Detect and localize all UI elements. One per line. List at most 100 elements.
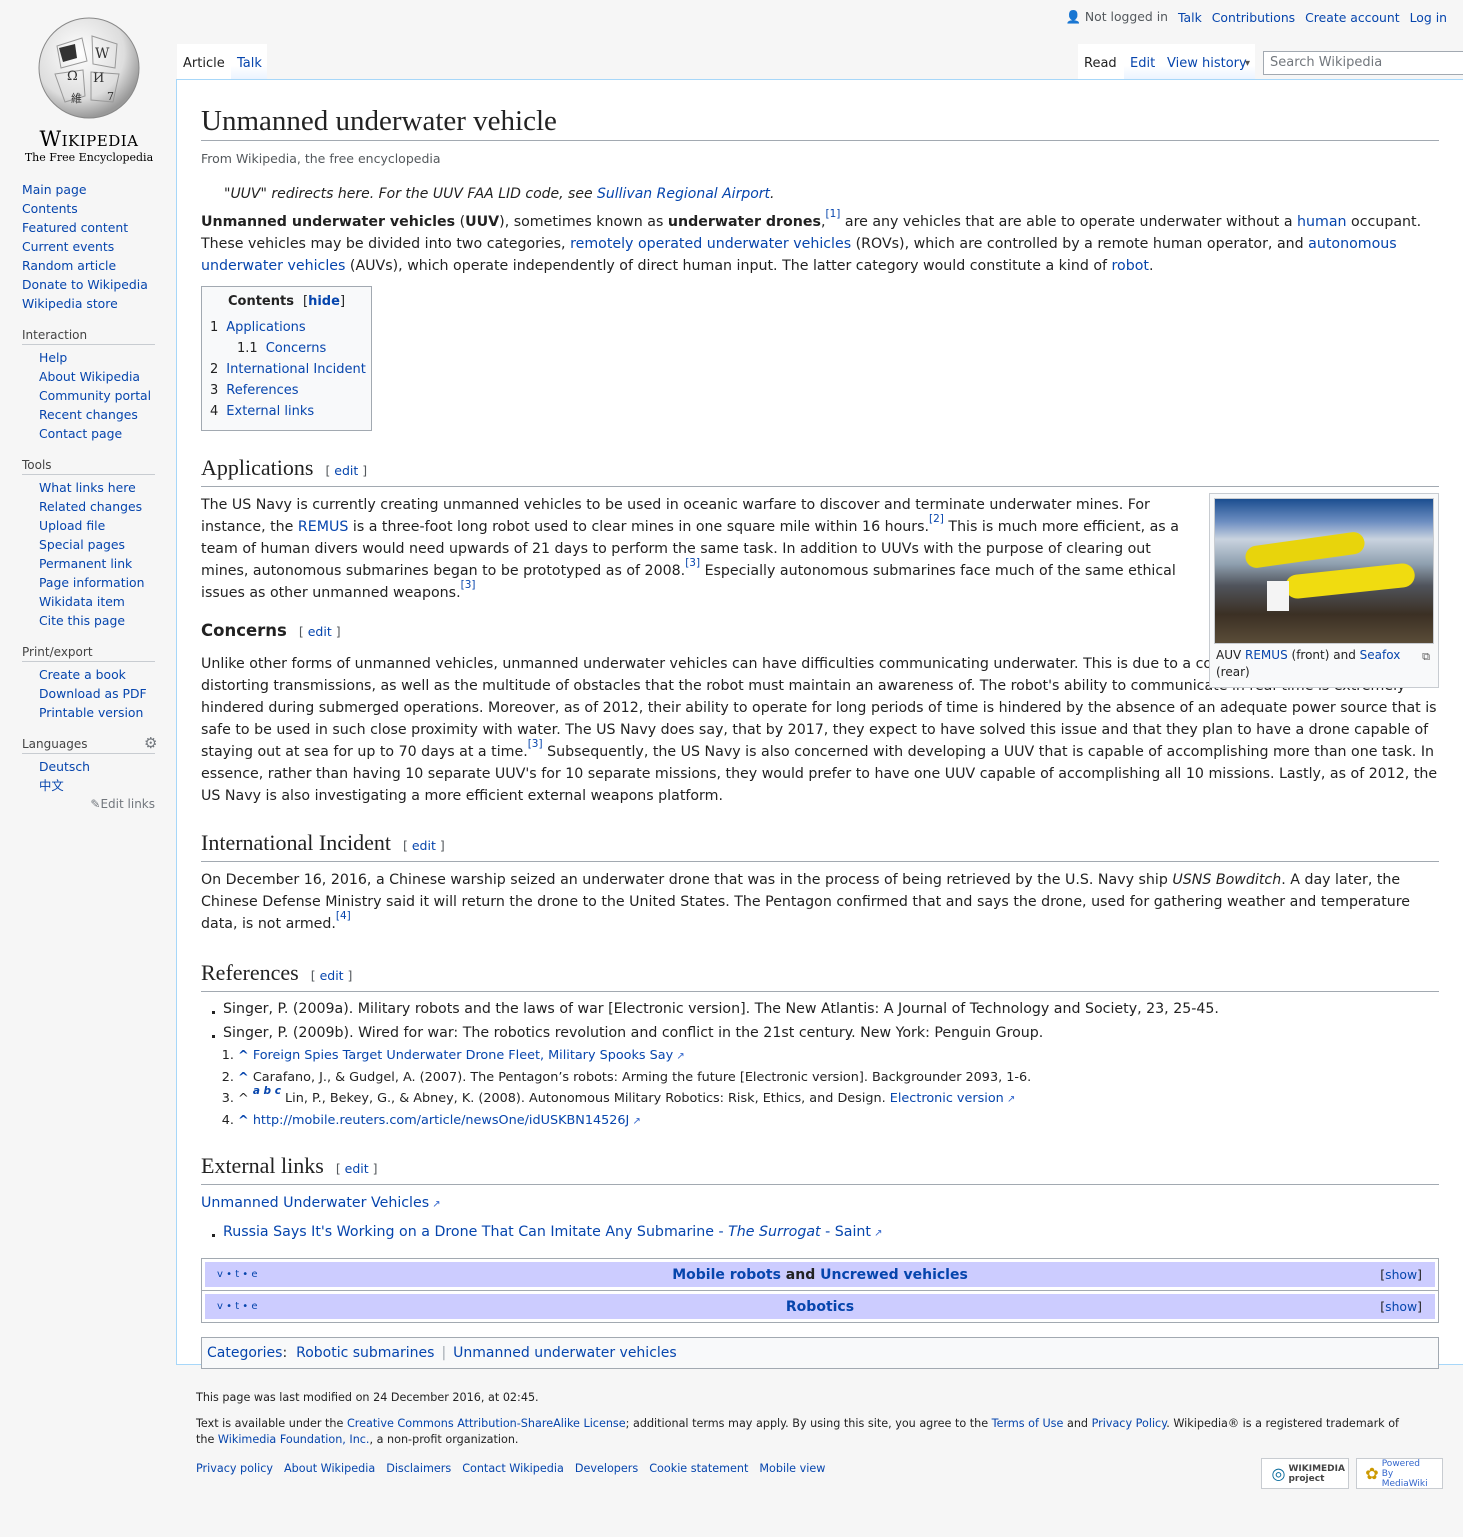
sidebar-item-related-changes[interactable]: Related changes — [39, 497, 155, 516]
sidebar-item-community-portal[interactable]: Community portal — [39, 386, 155, 405]
footer-link[interactable]: Cookie statement — [649, 1462, 748, 1475]
edit-section-link[interactable]: edit — [345, 1161, 369, 1176]
toc-item[interactable]: 1 Applications — [210, 317, 363, 338]
sidebar-item-page-information[interactable]: Page information — [39, 573, 155, 592]
language-link-deutsch[interactable]: Deutsch — [39, 757, 155, 776]
gear-icon[interactable]: ⚙ — [144, 736, 158, 751]
sidebar-item-upload-file[interactable]: Upload file — [39, 516, 155, 535]
wikipedia-logo[interactable]: W Ω И 維 7 Wikipedia The Free Encyclopedi… — [22, 12, 156, 164]
license-link[interactable]: Creative Commons Attribution-ShareAlike … — [347, 1417, 626, 1430]
sidebar-item-featured-content[interactable]: Featured content — [22, 218, 155, 237]
privacy-link[interactable]: Privacy Policy — [1092, 1417, 1167, 1430]
hatnote-link[interactable]: Sullivan Regional Airport — [597, 186, 770, 202]
toc-item[interactable]: 4 External links — [210, 401, 363, 422]
edit-section-link[interactable]: edit — [320, 968, 344, 983]
reference-link[interactable]: Foreign Spies Target Underwater Drone Fl… — [253, 1048, 673, 1063]
chevron-down-icon[interactable]: ▾ — [1245, 56, 1250, 72]
navbox-title-link[interactable]: Uncrewed vehicles — [820, 1267, 968, 1283]
sidebar-item-special-pages[interactable]: Special pages — [39, 535, 155, 554]
footer-link[interactable]: Privacy policy — [196, 1462, 273, 1475]
sidebar-navigation: Main page Contents Featured content Current… — [22, 180, 155, 313]
talk-link[interactable]: Talk — [1178, 10, 1202, 25]
robot-link[interactable]: robot — [1112, 258, 1149, 274]
tab-article[interactable]: Article — [177, 44, 231, 80]
vte-links[interactable]: v • t • e — [217, 1269, 258, 1280]
sidebar-item-download-as-pdf[interactable]: Download as PDF — [39, 684, 155, 703]
reference-link[interactable]: http://mobile.reuters.com/article/newsOn… — [253, 1113, 630, 1128]
tab-view-history[interactable]: View history ▾ — [1161, 44, 1255, 80]
citation-link[interactable]: [4] — [336, 910, 351, 922]
sidebar-item-wikipedia-store[interactable]: Wikipedia store — [22, 294, 155, 313]
external-link-icon: ↗ — [1003, 1094, 1016, 1105]
sidebar-item-help[interactable]: Help — [39, 348, 155, 367]
sidebar-item-contents[interactable]: Contents — [22, 199, 155, 218]
citation-link[interactable]: [3] — [685, 557, 700, 569]
toc-hide-toggle[interactable]: hide — [308, 294, 340, 309]
sidebar-item-about-wikipedia[interactable]: About Wikipedia — [39, 367, 155, 386]
navbox-title-link[interactable]: Robotics — [786, 1299, 854, 1315]
external-link-icon: ↗ — [673, 1051, 685, 1062]
citation-link[interactable]: [1] — [825, 208, 840, 220]
tab-talk[interactable]: Talk — [231, 44, 267, 80]
sidebar-item-random-article[interactable]: Random article — [22, 256, 155, 275]
sidebar-item-main-page[interactable]: Main page — [22, 180, 155, 199]
footer-link[interactable]: Contact Wikipedia — [462, 1462, 564, 1475]
navbox-title-link[interactable]: Mobile robots — [672, 1267, 781, 1283]
tab-edit[interactable]: Edit — [1124, 44, 1161, 80]
remus-link[interactable]: REMUS — [298, 519, 348, 535]
human-link[interactable]: human — [1297, 214, 1347, 230]
sidebar-item-current-events[interactable]: Current events — [22, 237, 155, 256]
edit-section-link[interactable]: edit — [334, 463, 358, 478]
reference-link[interactable]: Electronic version — [890, 1091, 1004, 1106]
rov-link[interactable]: remotely operated underwater vehicles — [570, 236, 851, 252]
footer-link[interactable]: Disclaimers — [386, 1462, 451, 1475]
tab-read[interactable]: Read — [1078, 44, 1124, 80]
sidebar-item-permanent-link[interactable]: Permanent link — [39, 554, 155, 573]
search-input[interactable]: Search Wikipedia — [1263, 51, 1463, 75]
sidebar-item-cite-this-page[interactable]: Cite this page — [39, 611, 155, 630]
list-item[interactable]: Russia Says It's Working on a Drone That… — [212, 1220, 1439, 1246]
log-in-link[interactable]: Log in — [1410, 10, 1447, 25]
category-link[interactable]: Robotic submarines — [296, 1345, 434, 1361]
page-title: Unmanned underwater vehicle — [201, 102, 1439, 141]
footer-link[interactable]: About Wikipedia — [284, 1462, 375, 1475]
enlarge-icon[interactable]: ⧉ — [1422, 648, 1430, 665]
citation-link[interactable]: [3] — [528, 738, 543, 750]
citation-link[interactable]: [3] — [461, 579, 476, 591]
language-link--[interactable]: 中文 — [39, 776, 155, 795]
remus-caption-link[interactable]: REMUS — [1245, 648, 1288, 662]
citation-link[interactable]: [2] — [929, 513, 944, 525]
footer-link[interactable]: Developers — [575, 1462, 638, 1475]
sidebar-item-create-a-book[interactable]: Create a book — [39, 665, 155, 684]
edit-section-link[interactable]: edit — [412, 838, 436, 853]
sidebar-item-recent-changes[interactable]: Recent changes — [39, 405, 155, 424]
external-link[interactable]: Unmanned Underwater Vehicles — [201, 1195, 429, 1211]
wmf-link[interactable]: Wikimedia Foundation, Inc. — [218, 1433, 370, 1446]
sidebar-item-wikidata-item[interactable]: Wikidata item — [39, 592, 155, 611]
backlinks[interactable]: a b c — [253, 1085, 281, 1097]
vte-links[interactable]: v • t • e — [217, 1301, 258, 1312]
sidebar-item-what-links-here[interactable]: What links here — [39, 478, 155, 497]
navbox-show-toggle[interactable]: show — [1385, 1299, 1417, 1314]
footer-link[interactable]: Mobile view — [759, 1462, 825, 1475]
sidebar-item-donate-to-wikipedia[interactable]: Donate to Wikipedia — [22, 275, 155, 294]
edit-section-link[interactable]: edit — [308, 624, 332, 639]
edit-links[interactable]: ✎Edit links — [22, 797, 155, 811]
toc-item[interactable]: 1.1 Concerns — [210, 338, 363, 359]
sidebar-item-printable-version[interactable]: Printable version — [39, 703, 155, 722]
categories-link[interactable]: Categories — [207, 1345, 282, 1361]
wikimedia-badge[interactable]: ◎ WIKIMEDIA project — [1261, 1458, 1349, 1489]
create-account-link[interactable]: Create account — [1305, 10, 1399, 25]
contributions-link[interactable]: Contributions — [1212, 10, 1295, 25]
sidebar-item-contact-page[interactable]: Contact page — [39, 424, 155, 443]
toc-item[interactable]: 3 References — [210, 380, 363, 401]
terms-link[interactable]: Terms of Use — [992, 1417, 1064, 1430]
navbox-show-toggle[interactable]: show — [1385, 1267, 1417, 1282]
category-link[interactable]: Unmanned underwater vehicles — [453, 1345, 677, 1361]
seafox-link[interactable]: Seafox — [1360, 648, 1401, 662]
external-link-icon: ↗ — [429, 1199, 441, 1210]
incident-paragraph: On December 16, 2016, a Chinese warship … — [201, 872, 1411, 932]
toc-item[interactable]: 2 International Incident — [210, 359, 366, 380]
mediawiki-badge[interactable]: ✿ Powered By MediaWiki — [1356, 1458, 1443, 1489]
remus-seafox-image[interactable] — [1214, 498, 1434, 644]
